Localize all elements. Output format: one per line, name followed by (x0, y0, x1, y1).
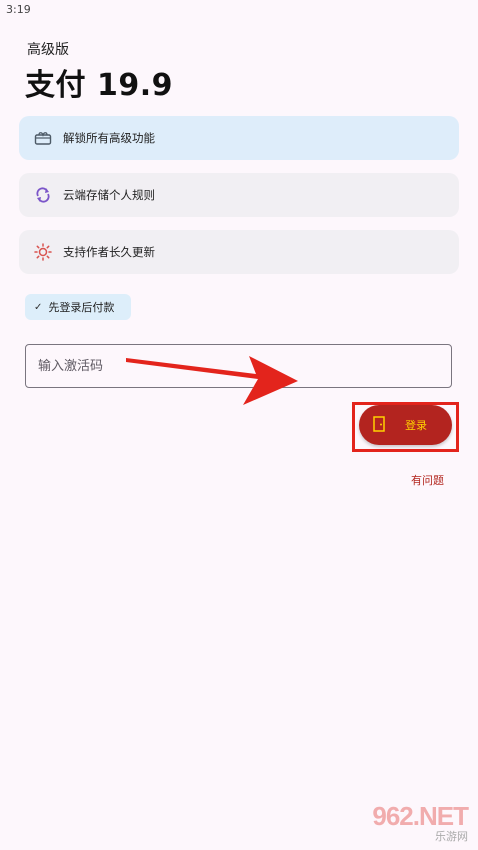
feature-label: 支持作者长久更新 (63, 245, 155, 259)
activation-code-input[interactable] (26, 345, 451, 387)
feature-card-support: 支持作者长久更新 (19, 230, 459, 274)
watermark-logo-text: 962.NET (372, 801, 469, 831)
feature-label: 云端存储个人规则 (63, 188, 155, 202)
page-title: 支付 19.9 (25, 68, 173, 103)
sun-icon (33, 242, 53, 262)
login-first-chip[interactable]: ✓ 先登录后付款 (25, 294, 131, 320)
watermark-logo: 962.NET 乐游网 (372, 801, 469, 844)
chip-label: 先登录后付款 (48, 301, 115, 314)
login-button[interactable]: 登录 (359, 405, 452, 445)
status-time: 3:19 (6, 3, 31, 16)
feature-card-unlock: 解锁所有高级功能 (19, 116, 459, 160)
door-icon (359, 415, 385, 435)
feature-label: 解锁所有高级功能 (63, 131, 155, 145)
login-button-label: 登录 (405, 419, 427, 432)
feature-card-cloud: 云端存储个人规则 (19, 173, 459, 217)
help-link[interactable]: 有问题 (411, 472, 444, 488)
sync-icon (33, 185, 53, 205)
activation-code-field[interactable] (25, 344, 452, 388)
plan-subtitle: 高级版 (27, 42, 69, 58)
check-icon: ✓ (34, 301, 43, 313)
gift-box-icon (33, 128, 53, 148)
